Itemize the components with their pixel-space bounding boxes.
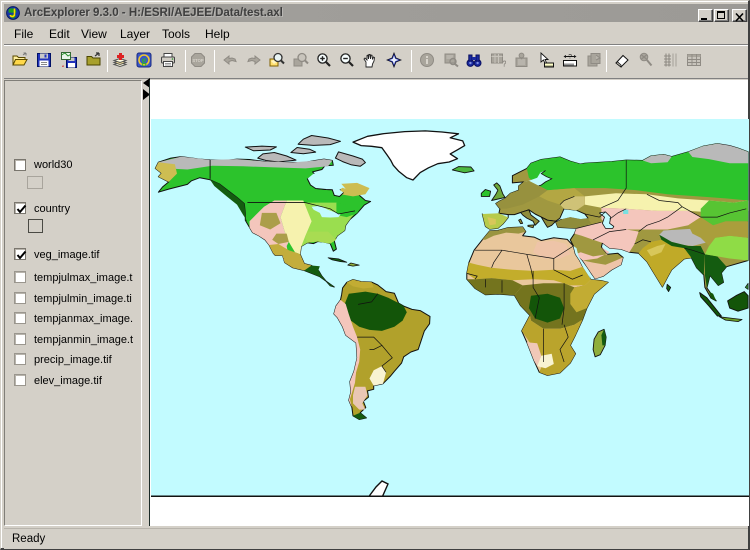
svg-text:?: ? <box>568 54 572 61</box>
svg-text:g: g <box>142 56 147 67</box>
svg-text:STOP: STOP <box>192 58 204 63</box>
svg-text:?: ? <box>502 60 506 69</box>
